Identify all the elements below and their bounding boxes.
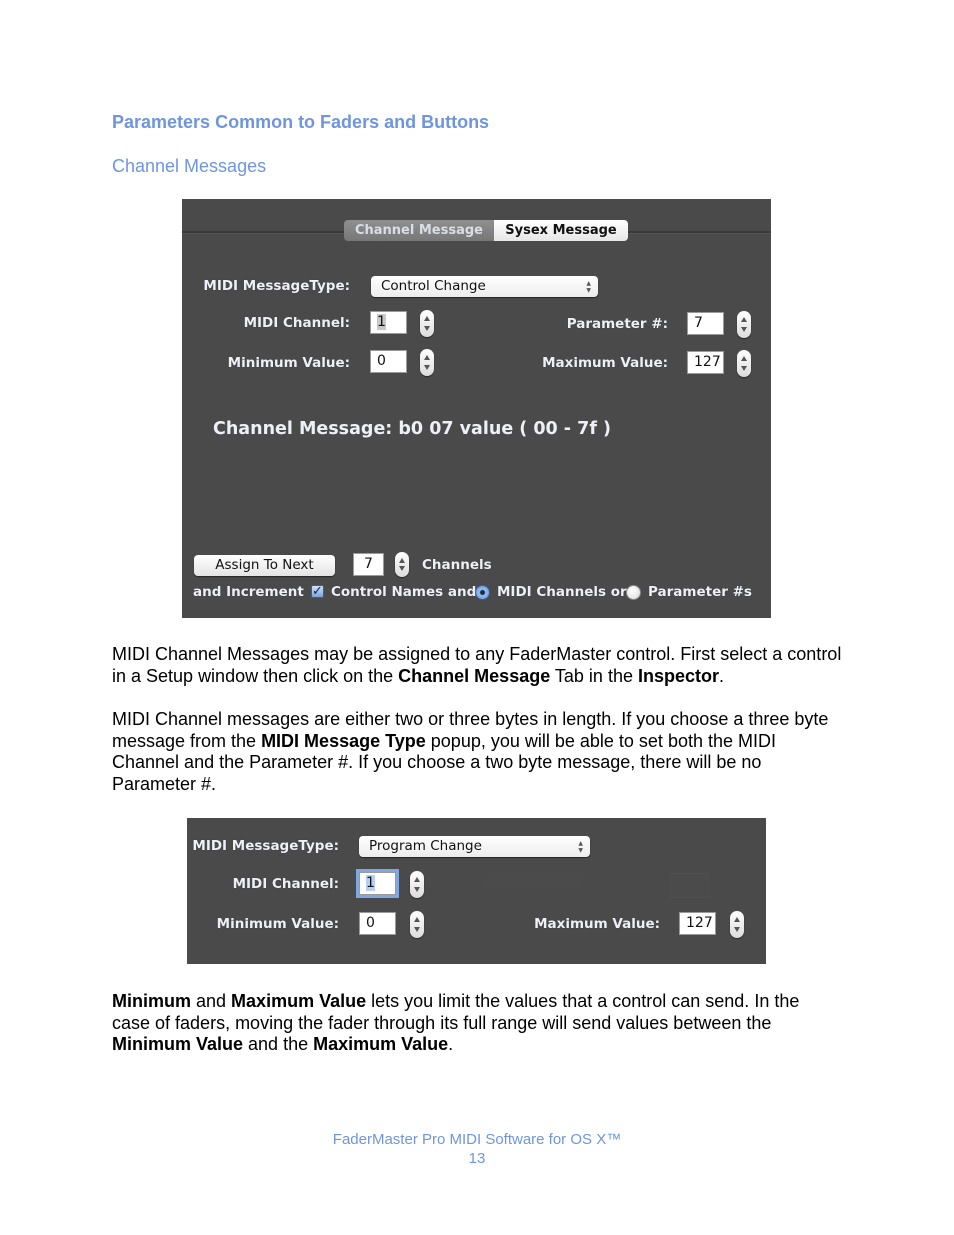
subsection-title: Channel Messages — [112, 156, 267, 176]
emphasis-inspector: Inspector — [637, 665, 719, 686]
max-value: 127 — [694, 354, 721, 370]
max-value-stepper[interactable] — [730, 911, 744, 938]
min-value-field[interactable]: 0 — [359, 912, 396, 935]
message-type-label: MIDI MessageType: — [192, 838, 339, 854]
paragraph-1: MIDI Channel Messages may be assigned to… — [112, 644, 842, 686]
midi-channel-value: 1 — [377, 314, 386, 330]
assign-to-next-button[interactable]: Assign To Next — [194, 555, 335, 576]
min-value: 0 — [377, 353, 386, 369]
min-value-label: Minimum Value: — [227, 355, 350, 371]
min-value-field[interactable]: 0 — [370, 350, 407, 373]
assign-count-stepper[interactable] — [395, 552, 409, 577]
channel-message-inspector-panel: Channel Message Sysex Message MIDI Messa… — [182, 199, 771, 618]
popup-arrows-icon: ▲ ▼ — [578, 840, 583, 854]
page-number: 13 — [468, 1150, 486, 1167]
channel-message-readout: Channel Message: b0 07 value ( 00 - 7f ) — [213, 419, 612, 439]
max-value-label: Maximum Value: — [542, 355, 668, 371]
control-names-label: Control Names and — [331, 584, 477, 600]
min-value-label: Minimum Value: — [216, 916, 339, 932]
midi-channel-label: MIDI Channel: — [232, 876, 339, 892]
message-type-label: MIDI MessageType: — [203, 278, 350, 294]
section-title: Parameters Common to Faders and Buttons — [112, 112, 490, 132]
midi-channel-stepper[interactable] — [420, 310, 434, 337]
channels-label: Channels — [422, 557, 492, 573]
midi-channel-stepper[interactable] — [410, 871, 424, 898]
assign-count-field[interactable]: 7 — [353, 553, 384, 576]
message-type-popup[interactable]: Program Change ▲ ▼ — [359, 836, 590, 857]
max-value: 127 — [686, 915, 713, 931]
radio-midi-channels-label: MIDI Channels or — [497, 584, 627, 600]
max-value-stepper[interactable] — [737, 350, 751, 377]
paragraph-2: MIDI Channel messages are either two or … — [112, 709, 829, 794]
paragraph-3: Minimum and Maximum Value lets you limit… — [112, 991, 800, 1054]
message-type-popup[interactable]: Control Change ▲ ▼ — [371, 276, 598, 297]
radio-parameter-numbers-label: Parameter #s — [648, 584, 752, 600]
max-value-field[interactable]: 127 — [679, 912, 716, 935]
control-names-checkbox[interactable]: ✓ — [311, 585, 324, 598]
radio-midi-channels[interactable] — [475, 585, 490, 600]
tab-channel-message[interactable]: Channel Message — [344, 220, 494, 241]
checkmark-icon: ✓ — [312, 584, 323, 599]
parameter-label: Parameter #: — [566, 316, 668, 332]
midi-channel-field[interactable]: 1 — [359, 872, 396, 895]
popup-arrows-icon: ▲ ▼ — [586, 280, 591, 294]
max-value-field[interactable]: 127 — [687, 351, 724, 374]
parameter-stepper[interactable] — [737, 311, 751, 338]
min-value-stepper[interactable] — [420, 349, 434, 376]
radio-parameter-numbers[interactable] — [626, 585, 641, 600]
parameter-field[interactable]: 7 — [687, 312, 724, 335]
and-increment-label: and Increment — [193, 584, 304, 600]
midi-channel-label: MIDI Channel: — [243, 315, 350, 331]
message-type-value: Program Change — [369, 838, 482, 854]
hidden-parameter-label — [483, 878, 583, 888]
min-value-stepper[interactable] — [410, 911, 424, 938]
hidden-parameter-field — [670, 873, 709, 898]
min-value: 0 — [366, 915, 375, 931]
emphasis-midi-message-type: MIDI Message Type — [261, 730, 426, 751]
footer-title: FaderMaster Pro MIDI Software for OS X™ — [332, 1131, 622, 1148]
midi-channel-value: 1 — [366, 875, 375, 891]
parameter-value: 7 — [694, 315, 703, 331]
program-change-panel: MIDI MessageType: Program Change ▲ ▼ MIDI… — [187, 818, 766, 964]
assign-count-value: 7 — [364, 556, 373, 572]
message-type-value: Control Change — [381, 278, 486, 294]
midi-channel-field[interactable]: 1 — [370, 311, 407, 334]
max-value-label: Maximum Value: — [534, 916, 660, 932]
emphasis-channel-message: Channel Message — [398, 665, 551, 686]
tab-sysex-message[interactable]: Sysex Message — [494, 220, 628, 241]
